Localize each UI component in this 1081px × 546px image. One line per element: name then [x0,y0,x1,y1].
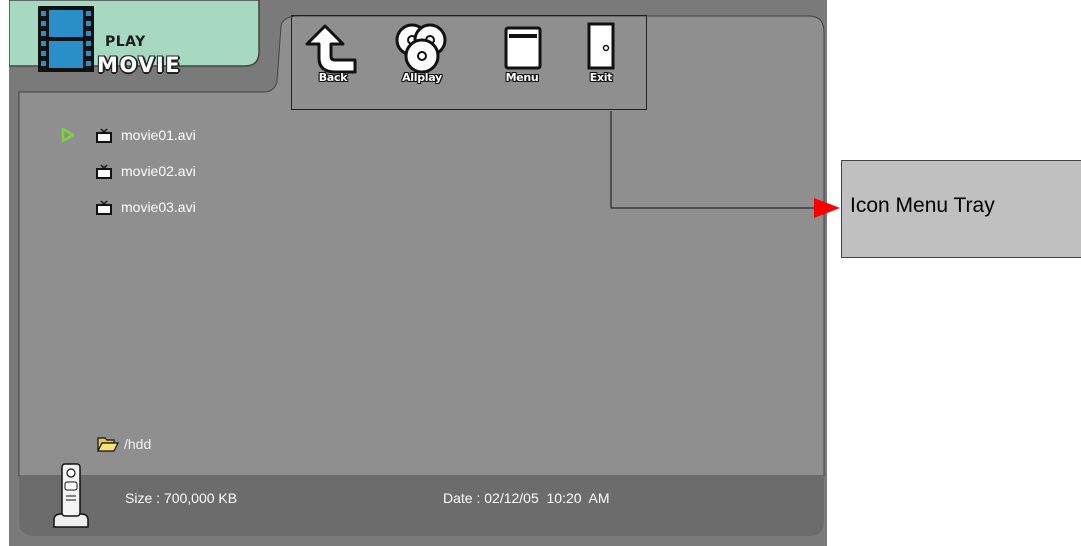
callout-label: Icon Menu Tray [850,194,995,217]
callout-arrow-icon [814,198,840,218]
callout-box: Icon Menu Tray [841,160,1081,258]
callout-connector [610,111,840,218]
